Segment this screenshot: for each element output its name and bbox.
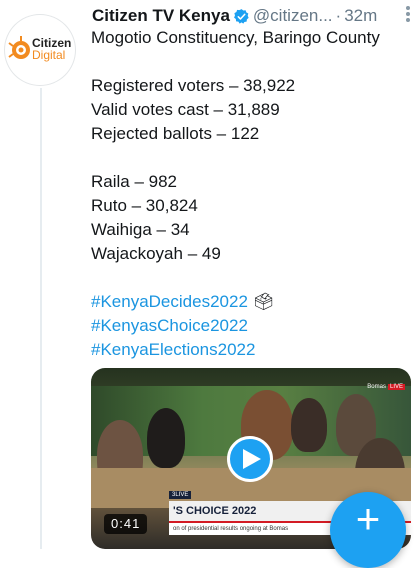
avatar-logo-line2: Digital bbox=[32, 48, 66, 62]
result-line: Raila – 982 bbox=[91, 172, 178, 191]
live-badge: LIVE bbox=[387, 384, 405, 390]
stat-line: Registered voters – 38,922 bbox=[91, 76, 296, 95]
stat-line: Valid votes cast – 31,889 bbox=[91, 100, 280, 119]
author-name[interactable]: Citizen TV Kenya bbox=[92, 6, 230, 26]
result-line: Wajackoyah – 49 bbox=[91, 244, 221, 263]
channel-logo: Bomas LIVE bbox=[367, 382, 405, 392]
video-person bbox=[147, 408, 185, 468]
separator-dot: · bbox=[335, 6, 342, 25]
result-line: Waihiga – 34 bbox=[91, 220, 190, 239]
hashtag-link[interactable]: #KenyaDecides2022 bbox=[91, 292, 248, 311]
avatar-logo-text: Citizen Digital bbox=[32, 37, 71, 61]
ballot-box-emoji: 🗳 bbox=[252, 292, 275, 311]
channel-logo-text: Bomas bbox=[367, 384, 386, 390]
more-vertical-icon[interactable] bbox=[403, 4, 413, 24]
tweet-time[interactable]: 32m bbox=[344, 6, 377, 26]
hashtag-link[interactable]: #KenyasChoice2022 bbox=[91, 316, 248, 335]
location-line: Mogotio Constituency, Baringo County bbox=[91, 28, 380, 47]
verified-badge-icon bbox=[233, 8, 250, 25]
banner-code: 3LIVE bbox=[169, 491, 192, 499]
compose-tweet-button[interactable]: + bbox=[330, 492, 406, 568]
tweet-header: Citizen TV Kenya @citizen... · 32m bbox=[92, 4, 415, 28]
play-button[interactable] bbox=[227, 436, 273, 482]
video-person bbox=[291, 398, 327, 452]
author-handle[interactable]: @citizen... bbox=[253, 6, 333, 26]
hashtag-link[interactable]: #KenyaElections2022 bbox=[91, 340, 255, 359]
plus-icon: + bbox=[355, 495, 381, 542]
video-duration: 0:41 bbox=[104, 514, 148, 534]
avatar[interactable]: Citizen Digital bbox=[4, 14, 76, 86]
stat-line: Rejected ballots – 122 bbox=[91, 124, 260, 143]
tweet-body: Mogotio Constituency, Baringo County Reg… bbox=[91, 26, 411, 362]
play-icon bbox=[243, 449, 261, 469]
result-line: Ruto – 30,824 bbox=[91, 196, 198, 215]
thread-line bbox=[40, 88, 42, 549]
